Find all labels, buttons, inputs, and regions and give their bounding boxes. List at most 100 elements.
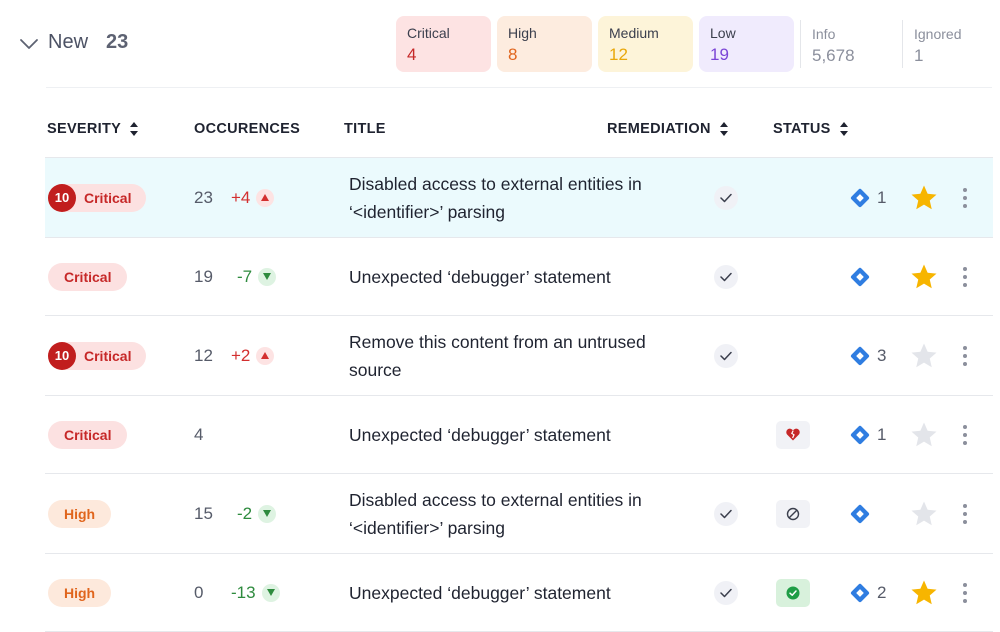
- chip-label: Low: [710, 25, 736, 41]
- sort-icon[interactable]: [839, 121, 849, 137]
- issue-title[interactable]: Remove this content from an untrused sou…: [349, 328, 679, 384]
- chevron-down-icon[interactable]: [18, 33, 40, 55]
- summary-chip-high[interactable]: High 8: [497, 16, 592, 72]
- star-icon[interactable]: [909, 578, 939, 608]
- severity-score: 10: [48, 183, 76, 212]
- severity-badge[interactable]: High: [48, 499, 112, 528]
- jira-icon: [850, 267, 870, 286]
- sort-icon[interactable]: [129, 121, 139, 137]
- chip-count: 8: [508, 45, 518, 64]
- column-header-remediation[interactable]: REMEDIATION: [607, 121, 729, 137]
- issue-group-header: New 23 Critical 4 High 8 Medium 12 Low 1…: [0, 0, 1000, 88]
- severity-badge[interactable]: Critical: [48, 420, 128, 449]
- severity-badge[interactable]: 10 Critical: [48, 183, 147, 212]
- occurrence-count: 4: [194, 424, 204, 444]
- star-outline-icon[interactable]: [909, 499, 939, 529]
- severity-label: Critical: [64, 426, 112, 443]
- chip-label: High: [508, 25, 537, 41]
- arrow-up-icon: [256, 188, 275, 207]
- summary-chip-low[interactable]: Low 19: [699, 16, 794, 72]
- star-outline-icon[interactable]: [909, 420, 939, 450]
- star-icon[interactable]: [909, 262, 939, 292]
- check-icon[interactable]: [714, 185, 738, 210]
- jira-link[interactable]: 2: [849, 582, 886, 604]
- sort-icon[interactable]: [719, 121, 729, 137]
- check-icon[interactable]: [714, 264, 738, 289]
- delta-value: +2: [231, 345, 251, 365]
- jira-count: 1: [877, 187, 887, 207]
- jira-count: 2: [877, 582, 887, 602]
- delta-value: -13: [231, 582, 256, 602]
- column-label: REMEDIATION: [607, 121, 711, 137]
- jira-count: 1: [877, 424, 887, 444]
- severity-label: Critical: [84, 189, 132, 206]
- ignored-icon[interactable]: [776, 499, 810, 528]
- severity-label: Critical: [84, 347, 132, 364]
- jira-icon: [850, 188, 870, 207]
- table-row[interactable]: 10 Critical 12 +2 Remove this content fr…: [45, 315, 993, 395]
- jira-link[interactable]: [849, 266, 871, 288]
- issue-title[interactable]: Unexpected ‘debugger’ statement: [349, 579, 679, 607]
- star-outline-icon[interactable]: [909, 341, 939, 371]
- column-label: TITLE: [344, 121, 386, 137]
- column-header-occurrences[interactable]: OCCURENCES: [194, 121, 300, 137]
- broken-heart-icon[interactable]: [776, 420, 810, 449]
- jira-link[interactable]: 3: [849, 345, 886, 367]
- severity-badge[interactable]: High: [48, 578, 112, 607]
- delta-value: -7: [237, 266, 253, 286]
- severity-badge[interactable]: Critical: [48, 262, 128, 291]
- arrow-down-icon: [261, 583, 280, 602]
- summary-chip-medium[interactable]: Medium 12: [598, 16, 693, 72]
- occurrence-count: 23: [194, 187, 213, 207]
- chip-count: 12: [609, 45, 628, 64]
- table-row[interactable]: High 0 -13 Unexpected ‘debugger’ stateme…: [45, 553, 993, 632]
- severity-label: High: [64, 584, 96, 601]
- check-icon[interactable]: [714, 580, 738, 605]
- more-options-icon[interactable]: [959, 581, 971, 605]
- jira-link[interactable]: 1: [849, 424, 886, 446]
- table-row[interactable]: 10 Critical 23 +4 Disabled access to ext…: [45, 157, 993, 237]
- more-options-icon[interactable]: [959, 502, 971, 526]
- jira-icon: [850, 346, 870, 365]
- divider: [46, 87, 992, 88]
- resolved-icon[interactable]: [776, 578, 810, 607]
- check-icon[interactable]: [714, 501, 738, 526]
- arrow-down-icon: [258, 267, 277, 286]
- issue-title[interactable]: Unexpected ‘debugger’ statement: [349, 263, 679, 291]
- summary-chip-ignored[interactable]: Ignored 1: [902, 20, 992, 68]
- group-count: 23: [106, 31, 129, 53]
- severity-badge[interactable]: 10 Critical: [48, 341, 147, 370]
- issue-title[interactable]: Unexpected ‘debugger’ statement: [349, 421, 679, 449]
- occurrence-count: 12: [194, 345, 213, 365]
- column-header-status[interactable]: STATUS: [773, 121, 849, 137]
- jira-link[interactable]: 1: [849, 187, 886, 209]
- chip-label: Info: [812, 26, 836, 42]
- more-options-icon[interactable]: [959, 344, 971, 368]
- table-row[interactable]: High 15 -2 Disabled access to external e…: [45, 473, 993, 553]
- check-icon[interactable]: [714, 343, 738, 368]
- more-options-icon[interactable]: [959, 265, 971, 289]
- issue-title[interactable]: Disabled access to external entities in …: [349, 486, 679, 542]
- table-row[interactable]: Critical 19 -7 Unexpected ‘debugger’ sta…: [45, 237, 993, 315]
- issue-title[interactable]: Disabled access to external entities in …: [349, 170, 679, 226]
- column-header-title[interactable]: TITLE: [344, 121, 386, 137]
- summary-chip-critical[interactable]: Critical 4: [396, 16, 491, 72]
- star-icon[interactable]: [909, 183, 939, 213]
- occurrence-count: 15: [194, 503, 213, 523]
- chip-label: Medium: [609, 25, 659, 41]
- table-row[interactable]: Critical 4 Unexpected ‘debugger’ stateme…: [45, 395, 993, 473]
- more-options-icon[interactable]: [959, 423, 971, 447]
- summary-chip-info[interactable]: Info 5,678: [800, 20, 900, 68]
- jira-link[interactable]: [849, 503, 871, 525]
- chip-label: Ignored: [914, 26, 962, 42]
- occurrence-delta: -13: [231, 583, 280, 603]
- occurrence-delta: +2: [231, 345, 275, 366]
- delta-value: +4: [231, 187, 251, 207]
- severity-label: Critical: [64, 268, 112, 285]
- column-header-severity[interactable]: SEVERITY: [47, 121, 139, 137]
- group-title: New: [48, 31, 89, 53]
- more-options-icon[interactable]: [959, 186, 971, 210]
- chip-count: 19: [710, 45, 729, 64]
- jira-icon: [850, 583, 870, 602]
- arrow-up-icon: [256, 346, 275, 365]
